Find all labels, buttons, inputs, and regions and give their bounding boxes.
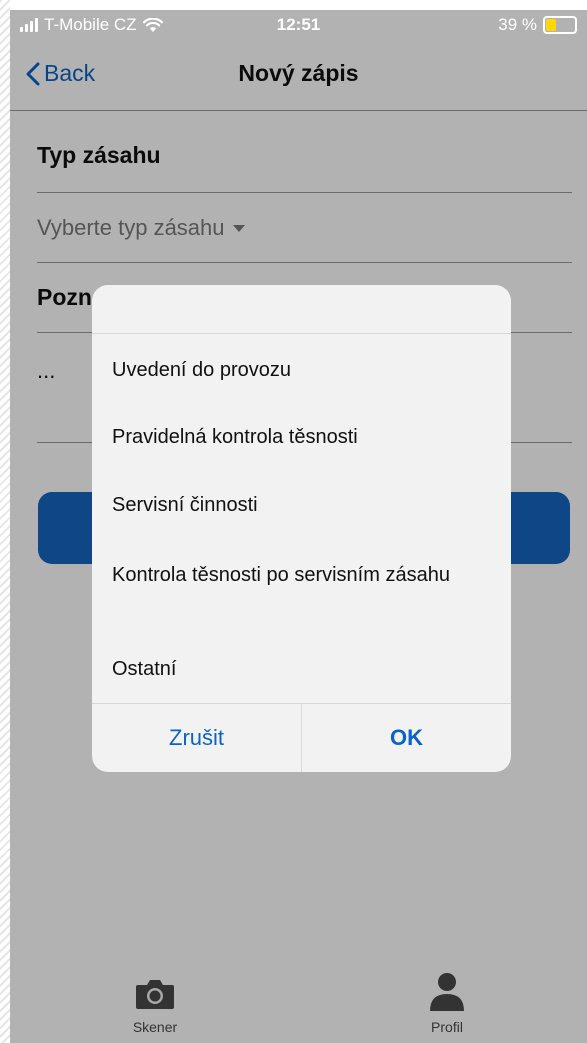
type-picker-dialog: Uvedení do provozu Pravidelná kontrola t… — [92, 285, 511, 772]
battery-icon — [543, 16, 577, 34]
option-kontrola-po-servisu[interactable]: Kontrola těsnosti po servisním zásahu — [112, 561, 487, 589]
option-uvedeni-do-provozu[interactable]: Uvedení do provozu — [112, 356, 487, 384]
status-bar: T-Mobile CZ 12:51 39 % — [10, 10, 587, 40]
edge-hatch — [0, 0, 10, 1043]
battery-percent: 39 % — [498, 15, 537, 34]
battery-fill — [546, 19, 556, 31]
dialog-header-divider — [92, 333, 511, 334]
app-screen: Back Nový zápis Typ zásahu Vyberte typ z… — [0, 0, 587, 1043]
option-pravidelna-kontrola[interactable]: Pravidelná kontrola těsnosti — [112, 423, 487, 451]
option-servisni-cinnosti[interactable]: Servisní činnosti — [112, 491, 487, 519]
option-ostatni[interactable]: Ostatní — [112, 655, 487, 683]
cancel-button[interactable]: Zrušit — [92, 704, 301, 772]
dialog-actions: Zrušit OK — [92, 703, 511, 772]
battery-group: 39 % — [498, 15, 577, 35]
ok-button[interactable]: OK — [301, 704, 511, 772]
